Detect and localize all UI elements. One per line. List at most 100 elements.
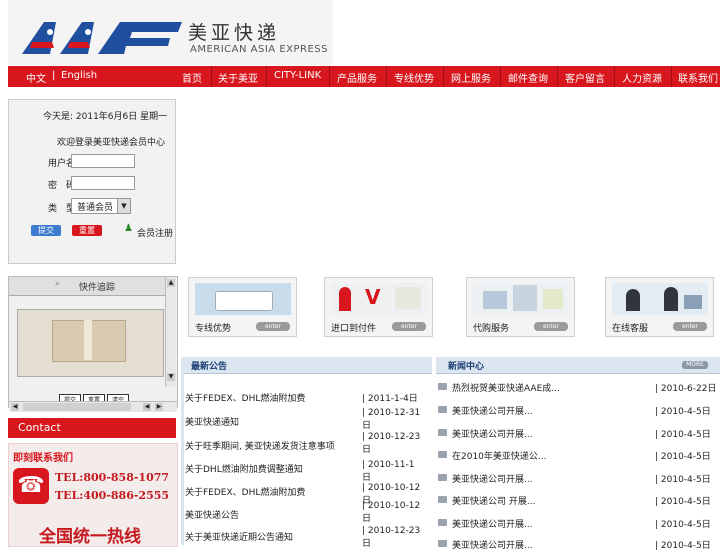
nav-divider bbox=[614, 66, 615, 87]
nav-divider bbox=[211, 66, 212, 87]
enter-button[interactable]: enter bbox=[392, 322, 426, 331]
nav-advantages[interactable]: 专线优势 bbox=[394, 70, 434, 85]
scroll-left-icon[interactable]: ◀ bbox=[11, 403, 19, 411]
nav-about[interactable]: 关于美亚 bbox=[218, 70, 258, 85]
news-item-date: | 2010-4-5日 bbox=[655, 475, 711, 485]
arrow-icon bbox=[438, 519, 447, 526]
lang-chinese[interactable]: 中文 bbox=[26, 70, 46, 85]
announce-item-date: | 2010-12-23日 bbox=[362, 432, 421, 455]
banner-import[interactable]: V 进口到付件 enter bbox=[324, 277, 433, 337]
news-item-title[interactable]: 美亚快递公司开展... bbox=[452, 404, 533, 417]
arrow-icon bbox=[438, 474, 447, 481]
announce-item-title[interactable]: 美亚快递公告 bbox=[185, 508, 239, 521]
tracking-title: 快件追踪 bbox=[79, 283, 116, 293]
diagram-block bbox=[543, 289, 563, 309]
van-shape bbox=[215, 291, 273, 311]
scroll-up-icon[interactable]: ▲ bbox=[167, 279, 175, 287]
member-type-value: 普通会员 bbox=[77, 203, 114, 213]
news-item-date: | 2010-4-5日 bbox=[655, 497, 711, 507]
diagram-block bbox=[483, 291, 507, 309]
banner-online-support[interactable]: 在线客服 enter bbox=[605, 277, 714, 337]
user-icon: ♟ bbox=[124, 223, 133, 234]
login-welcome: 欢迎登录美亚快递会员中心 bbox=[57, 138, 166, 148]
scroll-left-icon[interactable]: ◀ bbox=[143, 403, 151, 411]
enter-button[interactable]: enter bbox=[534, 322, 568, 331]
nav-mail-query[interactable]: 邮件查询 bbox=[508, 70, 548, 85]
announce-item-date: | 2010-10-12日 bbox=[362, 501, 421, 524]
announce-item-title[interactable]: 关于美亚快递近期公告通知 bbox=[185, 530, 293, 543]
announce-item-date: | 2010-12-31日 bbox=[362, 408, 421, 431]
scroll-thumb[interactable] bbox=[23, 403, 131, 411]
import-image: V bbox=[331, 283, 427, 315]
main-nav: 首页 关于美亚 CITY-LINK 产品服务 专线优势 网上服务 邮件查询 客户… bbox=[175, 66, 720, 87]
nav-online-service[interactable]: 网上服务 bbox=[451, 70, 491, 85]
nav-home[interactable]: 首页 bbox=[182, 70, 202, 85]
header: 美亚快递 AMERICAN ASIA EXPRESS bbox=[8, 0, 333, 65]
tracking-header: ⌕ 快件追踪 bbox=[9, 277, 169, 296]
announce-item-date: | 2011-1-4日 bbox=[362, 394, 418, 404]
parcel-tape bbox=[84, 320, 92, 360]
news-item-date: | 2010-4-5日 bbox=[655, 430, 711, 440]
announce-item-title[interactable]: 关于FEDEX、DHL燃油附加费 bbox=[185, 391, 305, 404]
news-item-date: | 2010-4-5日 bbox=[655, 407, 711, 417]
lang-english[interactable]: English bbox=[61, 70, 97, 81]
news-title: 新闻中心 bbox=[448, 362, 485, 372]
banner-caption: 进口到付件 bbox=[331, 324, 377, 334]
news-item-title[interactable]: 美亚快递公司 开展... bbox=[452, 494, 535, 507]
banner-caption: 在线客服 bbox=[612, 324, 649, 334]
banner-purchase[interactable]: 代购服务 enter bbox=[466, 277, 575, 337]
arrow-icon bbox=[438, 429, 447, 436]
username-input[interactable] bbox=[71, 154, 135, 168]
more-button[interactable]: MORE bbox=[682, 361, 708, 369]
phone-number-1: TEL:800-858-1077 bbox=[55, 471, 170, 484]
date-text: 今天是: 2011年6月6日 星期一 bbox=[43, 112, 168, 122]
register-link[interactable]: 会员注册 bbox=[137, 226, 173, 239]
nav-contact[interactable]: 联系我们 bbox=[678, 70, 718, 85]
member-type-select[interactable]: 普通会员 ▼ bbox=[71, 198, 131, 214]
arrow-icon bbox=[438, 451, 447, 458]
person-shape bbox=[626, 289, 640, 311]
figure-shape bbox=[339, 287, 351, 311]
password-input[interactable] bbox=[71, 176, 135, 190]
news-item-title[interactable]: 在2010年美亚快递公... bbox=[452, 449, 547, 462]
monitor-shape bbox=[684, 295, 702, 309]
news-item-title[interactable]: 热烈祝贺美亚快递AAE成... bbox=[452, 381, 560, 394]
announce-item-title[interactable]: 关于DHL燃油附加费调整通知 bbox=[185, 462, 303, 475]
aae-logo[interactable] bbox=[20, 18, 185, 58]
chevron-down-icon: ▼ bbox=[117, 199, 130, 213]
scroll-down-icon[interactable]: ▼ bbox=[167, 373, 175, 381]
news-item-title[interactable]: 美亚快递公司开展... bbox=[452, 427, 533, 440]
import-list bbox=[395, 287, 421, 309]
nav-city-link[interactable]: CITY-LINK bbox=[274, 70, 321, 81]
nav-guestbook[interactable]: 客户留言 bbox=[565, 70, 605, 85]
news-item-date: | 2010-4-5日 bbox=[655, 452, 711, 462]
news-item-title[interactable]: 美亚快递公司开展... bbox=[452, 517, 533, 530]
arrow-icon bbox=[438, 383, 447, 390]
announce-item-title[interactable]: 关于旺季期间, 美亚快递发货注意事项 bbox=[185, 439, 335, 452]
announce-item-title[interactable]: 关于FEDEX、DHL燃油附加费 bbox=[185, 485, 305, 498]
nav-divider bbox=[386, 66, 387, 87]
diagram-block bbox=[513, 285, 537, 311]
search-icon: ⌕ bbox=[55, 279, 61, 289]
announce-item-date: | 2010-11-1日 bbox=[362, 460, 415, 483]
banner-advantages[interactable]: 专线优势 enter bbox=[188, 277, 297, 337]
announce-title: 最新公告 bbox=[191, 362, 228, 372]
van-image bbox=[195, 283, 291, 315]
arrow-icon bbox=[438, 496, 447, 503]
login-submit-button[interactable]: 提交 bbox=[31, 225, 61, 236]
nav-hr[interactable]: 人力资源 bbox=[622, 70, 662, 85]
nav-products[interactable]: 产品服务 bbox=[337, 70, 377, 85]
scroll-right-icon[interactable]: ▶ bbox=[155, 403, 163, 411]
login-reset-button[interactable]: 重置 bbox=[72, 225, 102, 236]
horizontal-scrollbar[interactable]: ◀ ◀ ▶ bbox=[9, 401, 177, 412]
news-item-title[interactable]: 美亚快递公司开展... bbox=[452, 472, 533, 485]
banner-caption: 专线优势 bbox=[195, 324, 232, 334]
enter-button[interactable]: enter bbox=[256, 322, 290, 331]
brand-name-cn: 美亚快递 bbox=[188, 22, 281, 44]
language-bar: 中文 | English bbox=[8, 66, 175, 87]
contact-bar-label: Contact bbox=[18, 421, 61, 434]
vertical-scrollbar[interactable]: ▲ ▼ bbox=[165, 277, 176, 387]
news-item-date: | 2010-6-22日 bbox=[655, 384, 717, 394]
announce-item-title[interactable]: 美亚快递通知 bbox=[185, 415, 239, 428]
enter-button[interactable]: enter bbox=[673, 322, 707, 331]
